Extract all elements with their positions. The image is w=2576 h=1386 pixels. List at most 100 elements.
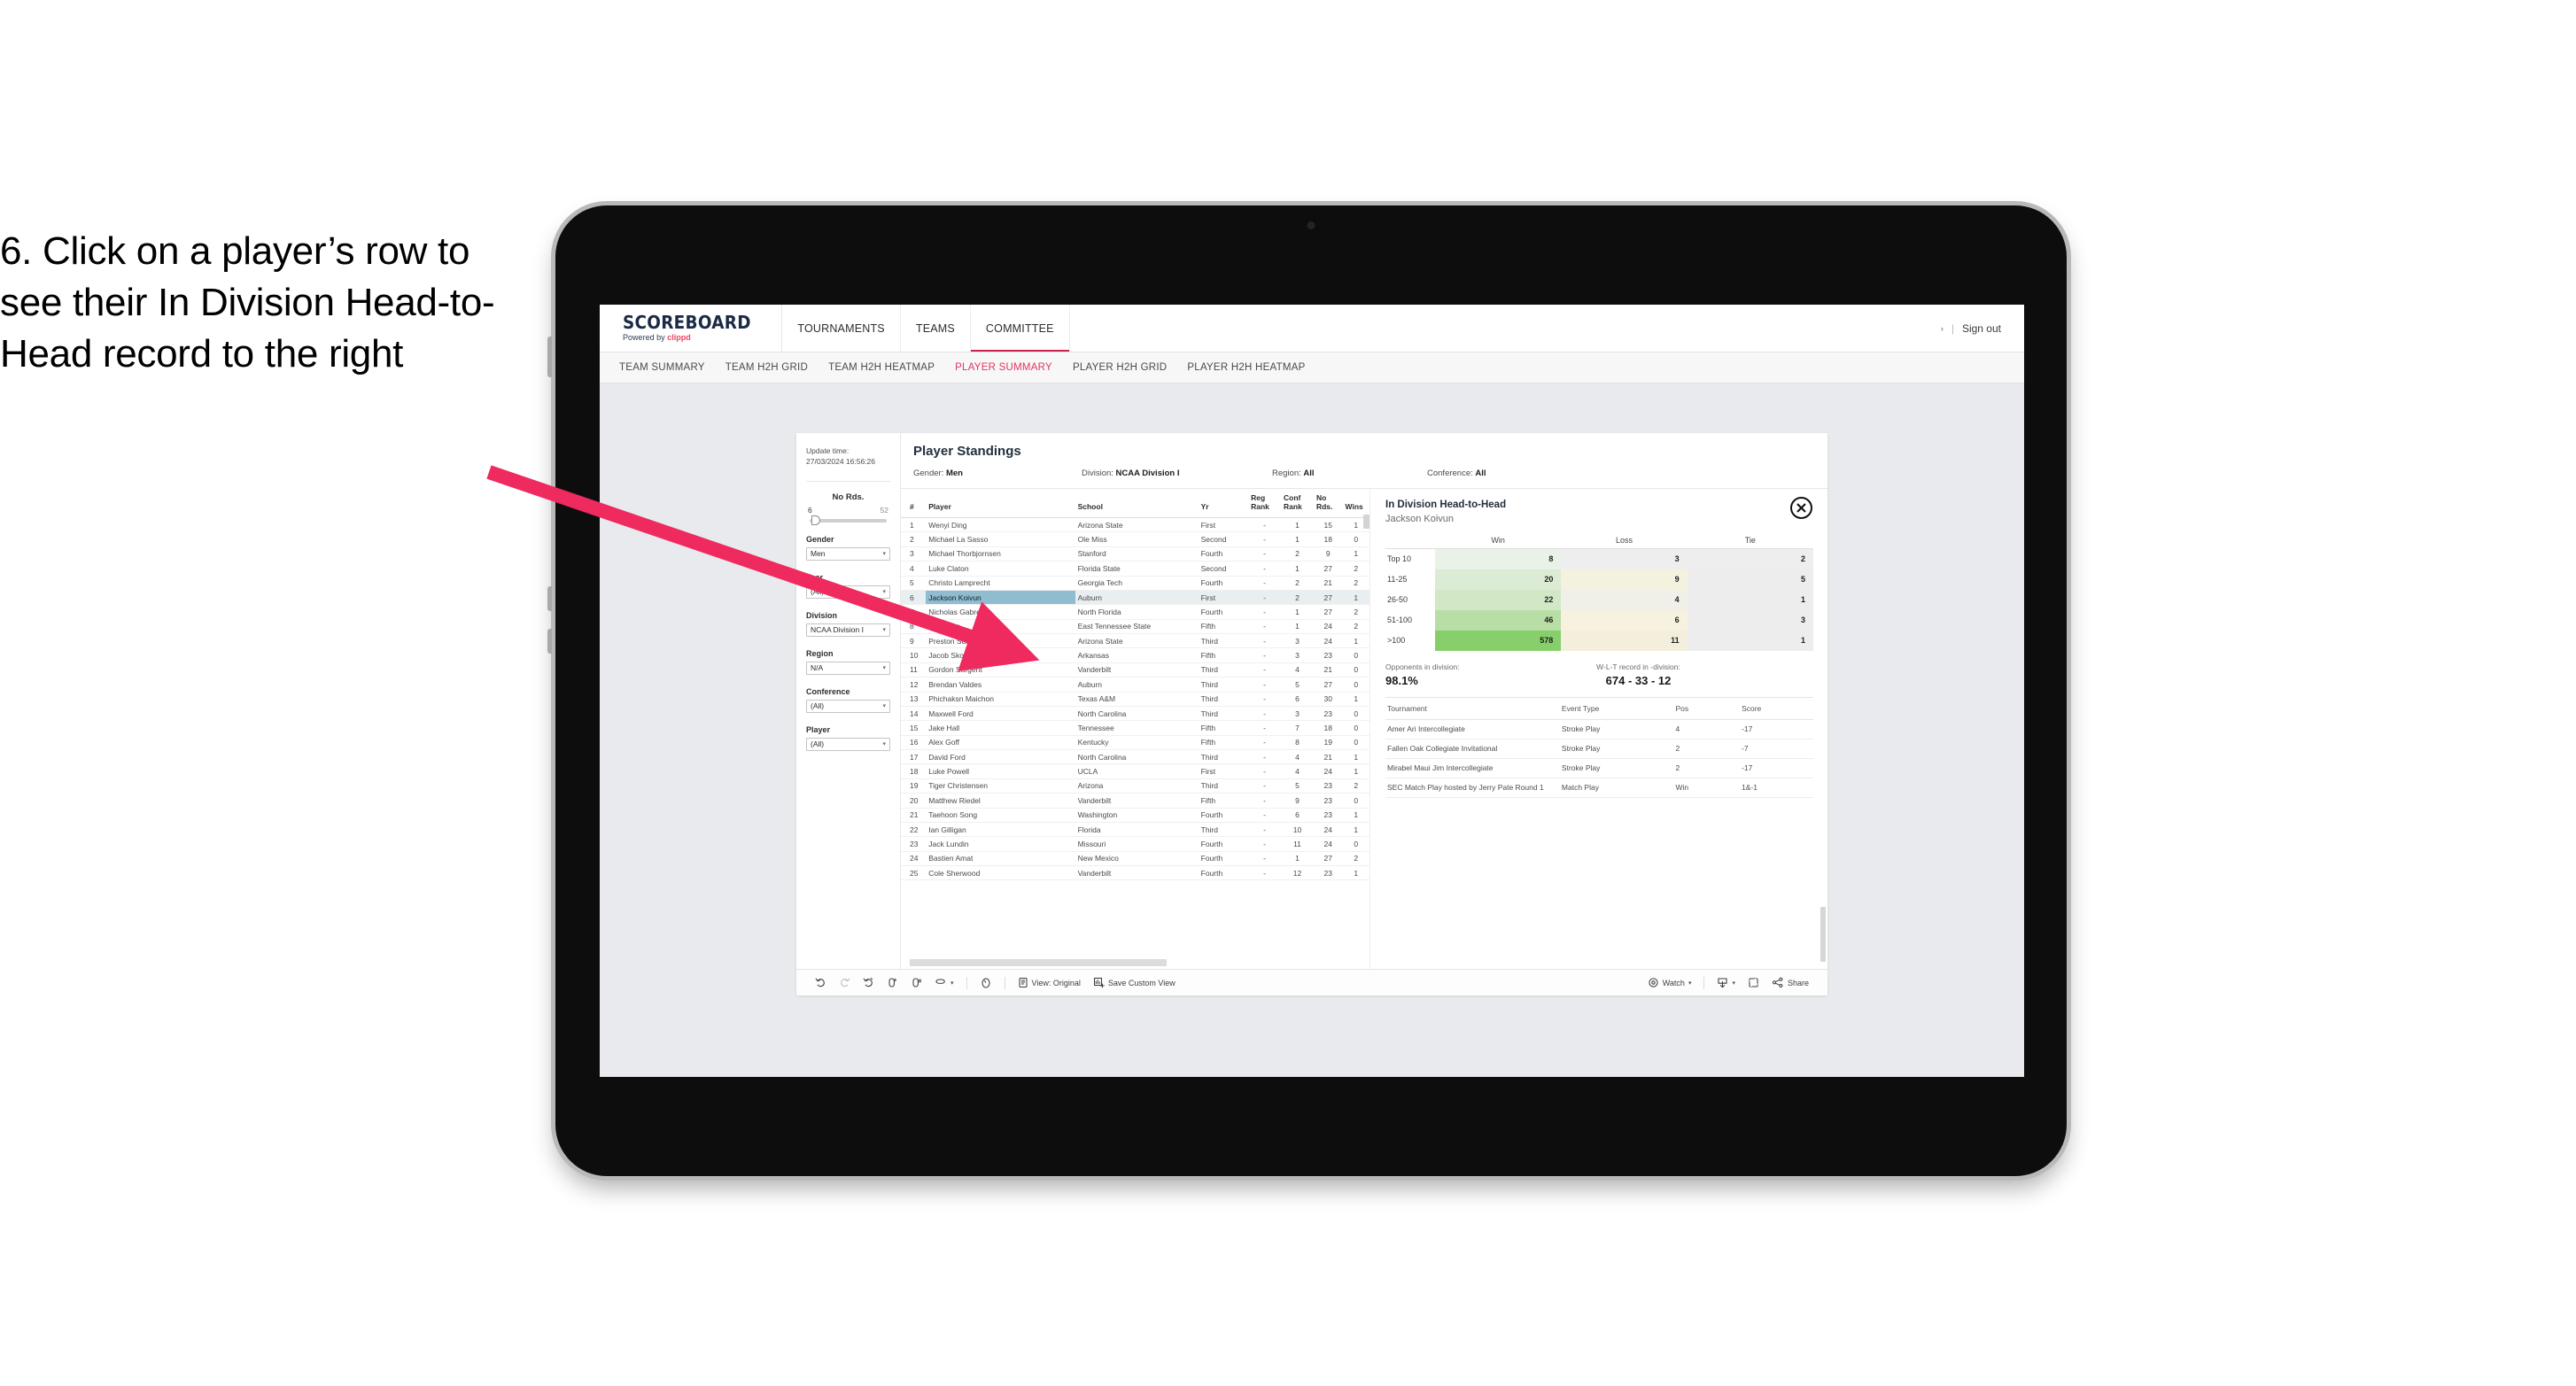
division-value: NCAA Division I xyxy=(811,625,864,635)
table-row[interactable]: 11 Gordon Sargent Vanderbilt Third -4 21 0 xyxy=(901,662,1369,678)
summary-conference: Conference: All xyxy=(1427,468,1486,478)
table-row[interactable]: 19 Tiger Christensen Arizona Third -5 23 2 xyxy=(901,778,1369,794)
row-reg-rank: - xyxy=(1248,735,1282,751)
no-rounds-slider-handle[interactable] xyxy=(811,515,820,526)
row-conf-rank: 1 xyxy=(1281,604,1314,620)
table-row[interactable]: 7 Nicholas Gabrelcik North Florida Fourth -1… xyxy=(901,604,1369,620)
col-pos: Pos xyxy=(1673,697,1741,720)
reset-filters-icon[interactable] xyxy=(974,977,998,989)
col-school[interactable]: School xyxy=(1075,489,1199,519)
conference-select[interactable]: (All) ▾ xyxy=(806,699,890,713)
table-row[interactable]: 17 David Ford North Carolina Third -4 21 1 xyxy=(901,749,1369,765)
pause-updates-icon[interactable] xyxy=(904,977,928,988)
table-row[interactable]: 16 Alex Goff Kentucky Fifth -8 19 0 xyxy=(901,735,1369,751)
row-school: Tennessee xyxy=(1075,720,1199,736)
app-logo[interactable]: SCOREBOARD Powered by clippd xyxy=(600,305,783,352)
tab-team-h2h-grid[interactable]: TEAM H2H GRID xyxy=(725,362,808,373)
gender-select[interactable]: Men ▾ xyxy=(806,546,890,561)
row-year: Third xyxy=(1198,706,1249,722)
tab-team-h2h-heatmap[interactable]: TEAM H2H HEATMAP xyxy=(828,362,935,373)
row-school: Kentucky xyxy=(1075,735,1199,751)
download-caret-icon[interactable]: ▾ xyxy=(1732,979,1735,987)
tournament-row: Mirabel Maui Jim Intercollegiate Stroke P… xyxy=(1385,758,1813,778)
col-no-rds[interactable]: No Rds. xyxy=(1313,489,1343,519)
nav-item-committee[interactable]: COMMITTEE xyxy=(970,305,1070,352)
h2h-win-cell: 578 xyxy=(1435,630,1562,651)
row-rank: 24 xyxy=(901,851,927,867)
table-row[interactable]: 1 Wenyi Ding Arizona State First -1 15 1 xyxy=(901,517,1369,533)
row-school: East Tennessee State xyxy=(1075,619,1199,635)
col-rank[interactable]: # xyxy=(901,489,927,519)
view-original-button[interactable]: View: Original xyxy=(1012,977,1087,988)
row-player: Christo Lamprecht xyxy=(926,576,1075,591)
sign-out-link[interactable]: Sign out xyxy=(1962,322,2001,335)
row-rank: 9 xyxy=(901,633,927,649)
redo-icon[interactable] xyxy=(833,977,857,988)
watch-caret-icon[interactable]: ▾ xyxy=(1688,979,1692,987)
watch-button[interactable]: Watch ▾ xyxy=(1641,977,1698,988)
col-reg-rank[interactable]: Reg Rank xyxy=(1248,489,1282,519)
tab-player-h2h-heatmap[interactable]: PLAYER H2H HEATMAP xyxy=(1187,362,1305,373)
row-no-rds: 23 xyxy=(1313,706,1343,722)
dashboard-container: Update time: 27/03/2024 16:56:26 No Rds.… xyxy=(796,433,1827,995)
col-conf-rank[interactable]: Conf Rank xyxy=(1281,489,1314,519)
tab-player-h2h-grid[interactable]: PLAYER H2H GRID xyxy=(1073,362,1167,373)
row-conf-rank: 7 xyxy=(1281,720,1314,736)
table-row[interactable]: 4 Luke Claton Florida State Second -1 27 2 xyxy=(901,561,1369,577)
table-row[interactable]: 12 Brendan Valdes Auburn Third -5 27 0 xyxy=(901,677,1369,693)
col-player[interactable]: Player xyxy=(926,489,1075,519)
table-row[interactable]: 6 Jackson Koivun Auburn First -2 27 1 xyxy=(901,590,1369,606)
table-vertical-scrollbar[interactable] xyxy=(1363,514,1369,956)
row-no-rds: 23 xyxy=(1313,865,1343,881)
player-select[interactable]: (All) ▾ xyxy=(806,737,890,751)
table-row[interactable]: 5 Christo Lamprecht Georgia Tech Fourth -2 21… xyxy=(901,576,1369,591)
h2h-col-loss: Loss xyxy=(1561,535,1688,549)
highlight-icon[interactable]: ▾ xyxy=(928,977,960,988)
no-rounds-slider[interactable] xyxy=(810,515,887,526)
download-button[interactable]: ▾ xyxy=(1711,977,1742,989)
highlight-caret-icon[interactable]: ▾ xyxy=(950,979,954,987)
table-row[interactable]: 18 Luke Powell UCLA First -4 24 1 xyxy=(901,763,1369,779)
table-row[interactable]: 3 Michael Thorbjornsen Stanford Fourth -2 9 1 xyxy=(901,546,1369,562)
table-row[interactable]: 24 Bastien Amat New Mexico Fourth -1 27 2 xyxy=(901,851,1369,867)
update-time-label: Update time: xyxy=(806,446,850,455)
table-scroll-thumb[interactable] xyxy=(1363,515,1369,529)
table-row[interactable]: 14 Maxwell Ford North Carolina Third -3 23 0 xyxy=(901,706,1369,722)
save-custom-view-button[interactable]: Save Custom View xyxy=(1087,977,1182,988)
undo-icon[interactable] xyxy=(809,977,833,988)
table-row[interactable]: 2 Michael La Sasso Ole Miss Second -1 18 0 xyxy=(901,531,1369,547)
table-row[interactable]: 25 Cole Sherwood Vanderbilt Fourth -12 23 1 xyxy=(901,865,1369,881)
dashboard-content: # Player School Yr Reg Rank Conf Rank No Rd… xyxy=(901,488,1827,969)
row-rank: 16 xyxy=(901,735,927,751)
row-conf-rank: 1 xyxy=(1281,561,1314,577)
account-chevron-icon[interactable]: › xyxy=(1941,324,1944,333)
table-row[interactable]: 20 Matthew Riedel Vanderbilt Fifth -9 23 0 xyxy=(901,793,1369,809)
table-row[interactable]: 22 Ian Gilligan Florida Third -10 24 1 xyxy=(901,822,1369,838)
division-select[interactable]: NCAA Division I ▾ xyxy=(806,623,890,637)
table-row[interactable]: 21 Taehoon Song Washington Fourth -6 23 1 xyxy=(901,808,1369,823)
revert-icon[interactable] xyxy=(857,977,881,988)
row-conf-rank: 1 xyxy=(1281,531,1314,547)
nav-item-tournaments[interactable]: TOURNAMENTS xyxy=(782,305,901,352)
nav-item-teams[interactable]: TEAMS xyxy=(901,305,971,352)
standings-grid: # Player School Yr Reg Rank Conf Rank No Rd… xyxy=(901,489,1369,881)
close-circle-icon[interactable] xyxy=(1790,497,1812,519)
table-row[interactable]: 9 Preston Summerhays Arizona State Third -3 2… xyxy=(901,633,1369,649)
refresh-data-icon[interactable] xyxy=(881,977,904,988)
region-select[interactable]: N/A ▾ xyxy=(806,661,890,675)
table-row[interactable]: 23 Jack Lundin Missouri Fourth -11 24 0 xyxy=(901,836,1369,852)
table-row[interactable]: 15 Jake Hall Tennessee Fifth -7 18 0 xyxy=(901,720,1369,736)
col-year[interactable]: Yr xyxy=(1198,489,1249,519)
tournament-scrollbar[interactable] xyxy=(1820,907,1826,962)
share-button[interactable]: Share xyxy=(1765,977,1815,988)
table-row[interactable]: 8 Mats Ege East Tennessee State Fifth -1 24 2 xyxy=(901,619,1369,635)
table-row[interactable]: 13 Phichaksn Maichon Texas A&M Third -6 30 1 xyxy=(901,692,1369,707)
year-select[interactable]: (All) ▾ xyxy=(806,585,890,599)
row-conf-rank: 1 xyxy=(1281,517,1314,533)
table-row[interactable]: 10 Jacob Skov Olesen Arkansas Fifth -3 23 0 xyxy=(901,647,1369,663)
fullscreen-button[interactable] xyxy=(1742,977,1765,988)
header-divider: | xyxy=(1951,321,1954,335)
table-horizontal-scrollbar[interactable] xyxy=(910,959,1167,966)
tab-team-summary[interactable]: TEAM SUMMARY xyxy=(619,362,705,373)
tab-player-summary[interactable]: PLAYER SUMMARY xyxy=(955,362,1052,373)
